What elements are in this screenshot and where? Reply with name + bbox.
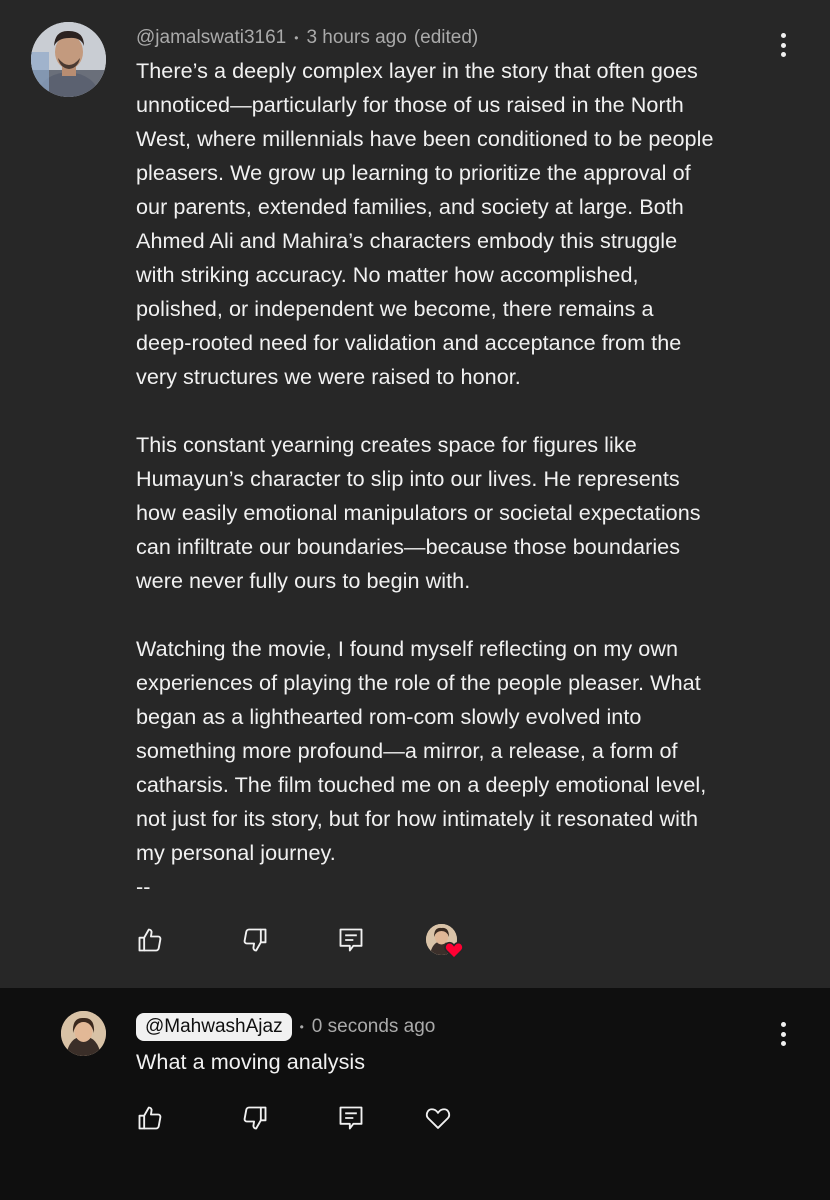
dislike-button[interactable]	[241, 926, 273, 958]
reply-button[interactable]	[337, 926, 369, 958]
like-button[interactable]	[136, 1104, 168, 1136]
thumbs-down-icon	[243, 1106, 267, 1130]
reply-text: What a moving analysis	[136, 1049, 366, 1074]
thumbs-down-icon	[243, 928, 267, 952]
dislike-button[interactable]	[241, 1104, 273, 1136]
edited-label: (edited)	[413, 27, 479, 48]
author-handle[interactable]: @jamalswati3161	[136, 27, 286, 49]
reply-button[interactable]	[337, 1104, 369, 1136]
reply-icon	[339, 928, 363, 952]
separator-dot: •	[299, 1020, 304, 1034]
like-button[interactable]	[136, 926, 168, 958]
separator-dot: •	[294, 31, 299, 45]
reply-icon	[339, 1106, 363, 1130]
reply-author-handle[interactable]: @MahwashAjaz	[136, 1013, 292, 1041]
author-avatar[interactable]	[31, 22, 106, 97]
reply-author-avatar[interactable]	[61, 1011, 106, 1056]
comment-time[interactable]: 3 hours ago	[306, 27, 406, 49]
creator-heart-icon	[444, 941, 464, 959]
comment-text: There’s a deeply complex layer in the st…	[136, 58, 714, 899]
thumbs-up-icon	[138, 928, 162, 952]
main-comment: @jamalswati3161 • 3 hours ago (edited) T…	[0, 0, 830, 988]
heart-button[interactable]	[424, 1104, 456, 1136]
reply-comment: @MahwashAjaz • 0 seconds ago	[0, 988, 830, 1200]
more-vert-icon[interactable]	[774, 1020, 792, 1048]
reply-header: @MahwashAjaz • 0 seconds ago	[136, 1012, 435, 1042]
heart-outline-icon	[425, 1108, 451, 1129]
reply-time[interactable]: 0 seconds ago	[312, 1016, 436, 1038]
creator-heart[interactable]	[424, 924, 470, 964]
thumbs-up-icon	[138, 1106, 162, 1130]
comment-header: @jamalswati3161 • 3 hours ago (edited)	[136, 25, 478, 51]
